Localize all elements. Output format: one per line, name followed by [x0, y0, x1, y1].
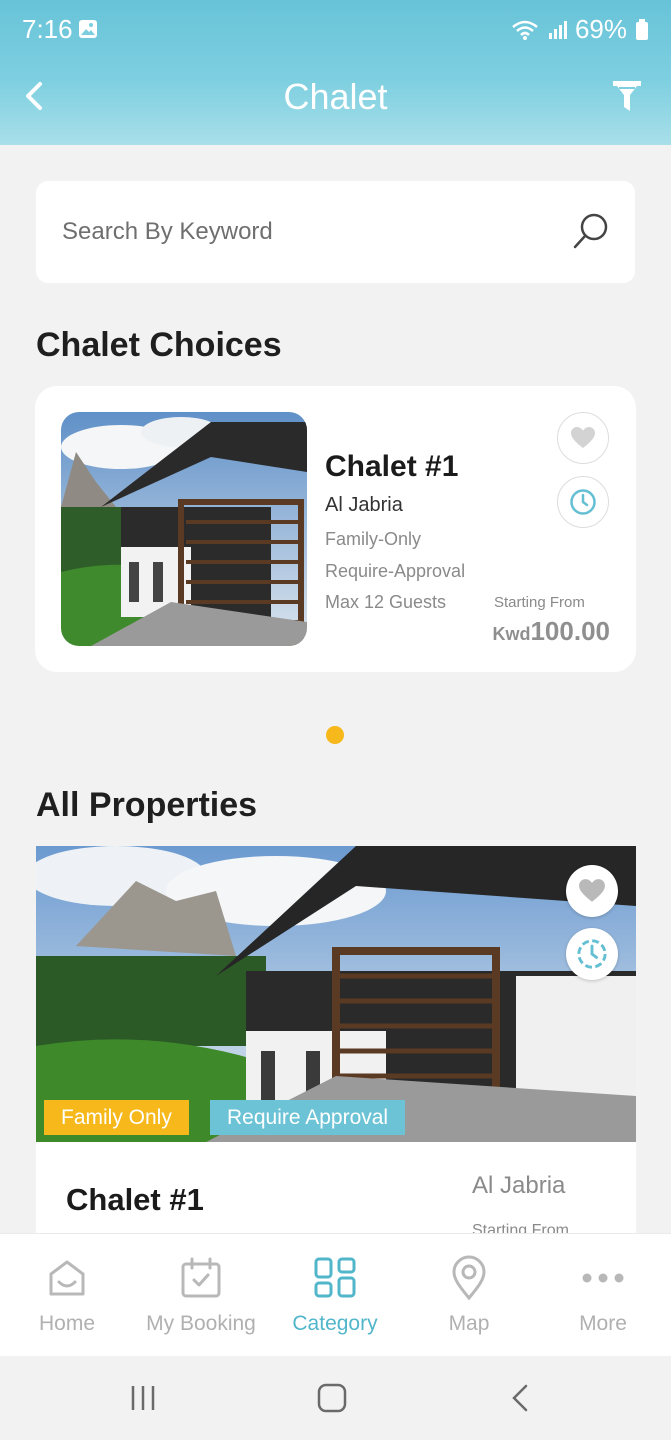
home-button-icon[interactable]: [317, 1383, 347, 1413]
clock-icon: [570, 489, 596, 515]
tab-home[interactable]: Home: [0, 1234, 134, 1357]
property-schedule-button[interactable]: [566, 928, 618, 980]
badge-family-only: Family Only: [44, 1100, 189, 1135]
section-title-choices: Chalet Choices: [36, 326, 282, 364]
system-nav-bar: [0, 1356, 671, 1440]
battery-percent: 69%: [574, 14, 627, 44]
search-box: [36, 181, 635, 283]
heart-icon: [571, 427, 595, 448]
section-title-all: All Properties: [36, 786, 258, 824]
calendar-icon: [181, 1257, 221, 1298]
starting-from-label: Starting From: [494, 594, 585, 611]
property-photo: [36, 846, 636, 1142]
heart-icon: [579, 879, 605, 902]
property-favorite-button[interactable]: [566, 865, 618, 917]
clock-icon: [577, 939, 607, 969]
property-location: Al Jabria: [472, 1172, 566, 1199]
tab-map-label: Map: [448, 1312, 490, 1335]
search-input[interactable]: [62, 211, 542, 253]
chalet-photo: [61, 412, 307, 646]
tab-category-label: Category: [292, 1312, 378, 1335]
badge-require-approval: Require Approval: [210, 1100, 406, 1135]
tab-my-booking-label: My Booking: [146, 1312, 256, 1335]
tab-category[interactable]: Category: [268, 1234, 402, 1357]
tab-more[interactable]: More: [536, 1234, 670, 1357]
property-card[interactable]: Family Only Require Approval Chalet #1 A…: [36, 846, 636, 1246]
more-icon: [582, 1273, 624, 1283]
chalet-price: Kwd100.00: [492, 616, 610, 647]
wifi-icon: [512, 20, 538, 40]
status-time: 7:16: [22, 14, 73, 44]
schedule-button[interactable]: [557, 476, 609, 528]
carousel-indicator-active[interactable]: [326, 726, 344, 744]
chalet-name: Chalet #1: [325, 450, 459, 483]
chalet-tag-guests: Max 12 Guests: [325, 592, 447, 612]
app-header: 7:16 69% Chalet: [0, 0, 671, 145]
chalet-tag-approval: Require-Approval: [325, 561, 466, 581]
status-bar: 7:16 69%: [0, 0, 671, 60]
tab-my-booking[interactable]: My Booking: [134, 1234, 268, 1357]
tab-home-label: Home: [38, 1312, 96, 1335]
home-icon: [49, 1260, 85, 1296]
tab-map[interactable]: Map: [402, 1234, 536, 1357]
property-name: Chalet #1: [66, 1182, 204, 1217]
chalet-tag-family: Family-Only: [325, 529, 422, 549]
status-right: 69%: [511, 14, 649, 45]
chalet-location: Al Jabria: [325, 494, 403, 516]
system-back-icon[interactable]: [508, 1383, 532, 1413]
search-icon[interactable]: [571, 211, 611, 251]
battery-icon: [636, 18, 648, 40]
favorite-button[interactable]: [557, 412, 609, 464]
chalet-choice-card[interactable]: Chalet #1 Al Jabria Family-Only Require-…: [35, 386, 636, 672]
filter-icon[interactable]: [611, 78, 643, 114]
gallery-notification-icon: [79, 20, 97, 38]
price-currency: Kwd: [492, 624, 531, 644]
page-title: Chalet: [283, 76, 388, 117]
tab-more-label: More: [579, 1312, 627, 1335]
recent-apps-icon[interactable]: [128, 1384, 158, 1412]
map-pin-icon: [452, 1255, 486, 1301]
signal-icon: [548, 20, 567, 39]
bottom-tab-bar: Home My Booking Category Map More: [0, 1233, 671, 1356]
price-amount: 100.00: [530, 616, 610, 646]
category-icon: [314, 1257, 356, 1298]
